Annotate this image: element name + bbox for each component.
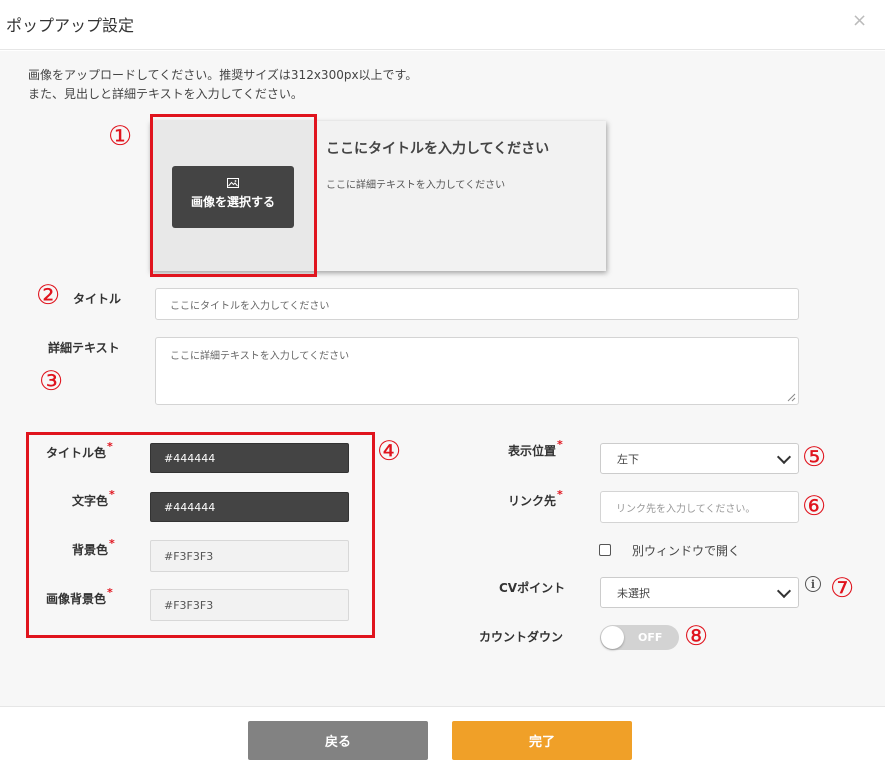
marker-8: ⑧ [684,621,709,652]
highlight-box-1 [150,114,317,277]
resize-handle-icon[interactable] [787,393,796,402]
chevron-down-icon [776,449,792,464]
new-window-label: 別ウィンドウで開く [632,544,741,558]
marker-4: ④ [377,436,402,467]
position-select[interactable]: 左下 [600,443,799,474]
position-value: 左下 [617,452,639,466]
preview-title: ここにタイトルを入力してください [326,141,550,157]
instruction-line-2: また、見出しと詳細テキストを入力してください。 [28,87,303,101]
link-input[interactable]: リンク先を入力してください。 [600,491,799,523]
info-icon[interactable]: i [805,576,821,592]
detail-label: 詳細テキスト [48,341,120,355]
chevron-down-icon [776,583,792,598]
close-icon[interactable]: × [852,10,867,31]
image-background-color-label: 画像背景色* [46,586,113,606]
image-background-color-input[interactable]: #F3F3F3 [150,589,349,621]
position-label: 表示位置* [508,438,563,458]
text-color-label: 文字色* [72,488,115,508]
dialog-title: ポップアップ設定 [6,16,135,35]
background-color-input[interactable]: #F3F3F3 [150,540,349,572]
toggle-state: OFF [638,631,663,644]
title-label: タイトル [73,292,122,306]
marker-2: ② [36,280,61,311]
title-color-input[interactable]: #444444 [150,443,349,473]
cv-point-label: CVポイント [499,581,566,595]
cv-point-value: 未選択 [617,586,650,600]
marker-5: ⑤ [802,442,827,473]
countdown-label: カウントダウン [479,630,564,644]
background-color-label: 背景色* [72,537,115,557]
preview-text: ここに詳細テキストを入力してください [326,180,506,191]
instruction-line-1: 画像をアップロードしてください。推奨サイズは312x300px以上です。 [28,68,418,82]
marker-6: ⑥ [802,491,827,522]
new-window-checkbox[interactable] [599,544,611,556]
link-label: リンク先* [508,488,563,508]
detail-placeholder: ここに詳細テキストを入力してください [170,351,350,362]
toggle-knob [601,626,624,649]
text-color-input[interactable]: #444444 [150,492,349,522]
dialog-footer [0,706,885,766]
back-button[interactable]: 戻る [248,721,428,760]
title-placeholder: ここにタイトルを入力してください [170,300,330,312]
title-color-label: タイトル色* [46,440,113,460]
done-button[interactable]: 完了 [452,721,632,760]
marker-1: ① [108,121,133,152]
instructions: 画像をアップロードしてください。推奨サイズは312x300px以上です。 また、… [28,66,417,104]
link-placeholder: リンク先を入力してください。 [616,503,756,515]
title-input[interactable]: ここにタイトルを入力してください [155,288,799,320]
marker-3: ③ [39,366,64,397]
cv-point-select[interactable]: 未選択 [600,577,799,608]
marker-7: ⑦ [830,573,855,604]
countdown-toggle[interactable]: OFF [600,625,679,650]
detail-textarea[interactable]: ここに詳細テキストを入力してください [155,337,799,405]
